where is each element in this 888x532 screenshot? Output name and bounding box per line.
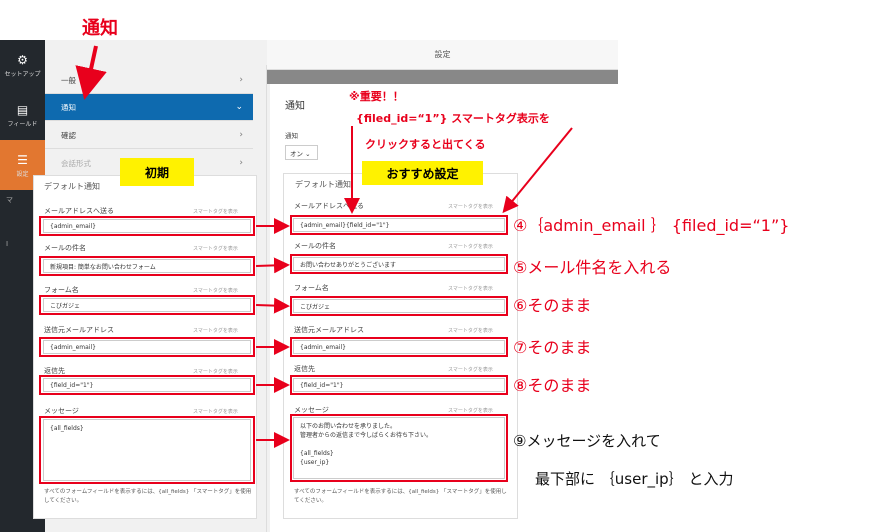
smart-tag-link[interactable]: スマートタグを表示 (448, 285, 493, 292)
gray-bar (267, 70, 618, 84)
tab-label: 通知 (61, 102, 76, 112)
annotation-title: 通知 (82, 18, 118, 39)
step5-note: ⑤メール件名を入れる (513, 258, 672, 277)
field-label: メールの件名 (294, 242, 336, 250)
field-label: フォーム名 (294, 284, 329, 292)
tab-general[interactable]: 一般 › (45, 67, 253, 94)
page-title: 通知 (285, 101, 305, 112)
field-label: メッセージ (44, 407, 79, 415)
send-to-email-input[interactable]: {admin_email} (43, 219, 251, 233)
reply-to-input[interactable]: {field_id="1"} (43, 378, 251, 392)
smart-tag-link[interactable]: スマートタグを表示 (193, 245, 238, 252)
chevron-right-icon: › (239, 158, 243, 168)
smart-tag-hint: すべてのフォームフィールドを表示するには、{all_fields} 「スマートタ… (294, 489, 507, 504)
message-textarea[interactable]: {all_fields} (43, 419, 251, 481)
field-label: 送信元メールアドレス (44, 326, 114, 334)
email-subject-input[interactable]: 新規項目: 簡単なお問い合わせフォーム (43, 259, 251, 273)
from-name-input[interactable]: こびガジェ (293, 299, 505, 313)
recommend-label: おすすめ設定 (362, 161, 483, 185)
smart-tag-link[interactable]: スマートタグを表示 (193, 208, 238, 215)
field-label: 返信先 (44, 367, 65, 375)
field-label: メールアドレスへ送る (294, 202, 364, 210)
tab-label: 一般 (61, 75, 76, 85)
gear-icon: ⚙ (17, 52, 28, 67)
email-subject-input[interactable]: お問い合わせありがとうございます (293, 257, 505, 271)
send-to-email-input[interactable]: {admin_email}{field_id="1"} (293, 218, 505, 232)
chevron-down-icon: ⌄ (235, 102, 243, 112)
field-label: 返信先 (294, 365, 315, 373)
field-label: メールの件名 (44, 244, 86, 252)
smart-tag-note-line1: {filed_id=“1”} スマートタグ表示を (356, 112, 550, 125)
smart-tag-note-line2: クリックすると出てくる (365, 138, 486, 151)
chevron-right-icon: › (239, 75, 243, 85)
sidebar-item-setup[interactable]: ⚙ セットアップ (0, 40, 45, 90)
field-label: 送信元メールアドレス (294, 326, 364, 334)
smart-tag-link[interactable]: スマートタグを表示 (448, 327, 493, 334)
message-textarea[interactable]: 以下のお問い合わせを承りました。 管理者からの返信まで今しばらくお待ち下さい。 … (293, 417, 505, 479)
step4-note: ④｛admin_email ｝ {filed_id=“1”} (513, 216, 790, 235)
smart-tag-link[interactable]: スマートタグを表示 (448, 407, 493, 414)
field-label: フォーム名 (44, 286, 79, 294)
sidebar-item-label: セットアップ (4, 70, 41, 78)
step6-note: ⑥そのまま (513, 296, 592, 315)
from-name-input[interactable]: こびガジェ (43, 298, 251, 312)
initial-label: 初期 (120, 158, 194, 186)
sidebar-extra: マ (6, 196, 13, 204)
sidebar-extra: I (6, 240, 9, 248)
smart-tag-link[interactable]: スマートタグを表示 (193, 368, 238, 375)
fields-icon: ▤ (16, 102, 29, 117)
step8-note: ⑧そのまま (513, 376, 592, 395)
settings-top-title: 設定 (267, 40, 618, 70)
from-email-input[interactable]: {admin_email} (293, 340, 505, 354)
panel-header (45, 40, 267, 65)
sidebar-item-fields[interactable]: ▤ フィールド (0, 90, 45, 140)
smart-tag-link[interactable]: スマートタグを表示 (448, 243, 493, 250)
important-note: ※重要！！ (349, 90, 404, 103)
card-title: デフォルト通知 (44, 182, 100, 191)
card-title: デフォルト通知 (295, 180, 351, 189)
smart-tag-link[interactable]: スマートタグを表示 (448, 203, 493, 210)
smart-tag-link[interactable]: スマートタグを表示 (193, 287, 238, 294)
tab-confirmation[interactable]: 確認 › (45, 122, 253, 149)
field-label: メッセージ (294, 406, 329, 414)
chevron-right-icon: › (239, 130, 243, 140)
smart-tag-link[interactable]: スマートタグを表示 (448, 366, 493, 373)
sidebar-item-label: 設定 (16, 170, 29, 178)
smart-tag-hint: すべてのフォームフィールドを表示するには、{all_fields} 「スマートタ… (44, 489, 252, 504)
from-email-input[interactable]: {admin_email} (43, 340, 251, 354)
field-label: メールアドレスへ送る (44, 207, 114, 215)
settings-sliders-icon: ☰ (17, 152, 28, 167)
step9-note: ⑨メッセージを入れて (513, 432, 661, 450)
step7-note: ⑦そのまま (513, 338, 592, 357)
step9b-note: 最下部に ｛user_ip｝ と入力 (535, 470, 734, 488)
tab-label: 会話形式 (61, 158, 91, 168)
tab-label: 確認 (61, 130, 76, 140)
notify-label: 通知 (285, 132, 298, 140)
sidebar-item-label: フィールド (7, 120, 38, 128)
tab-notification[interactable]: 通知 ⌄ (45, 94, 253, 121)
reply-to-input[interactable]: {field_id="1"} (293, 378, 505, 392)
smart-tag-link[interactable]: スマートタグを表示 (193, 327, 238, 334)
notify-select[interactable]: オン ⌄ (285, 145, 318, 160)
smart-tag-link[interactable]: スマートタグを表示 (193, 408, 238, 415)
